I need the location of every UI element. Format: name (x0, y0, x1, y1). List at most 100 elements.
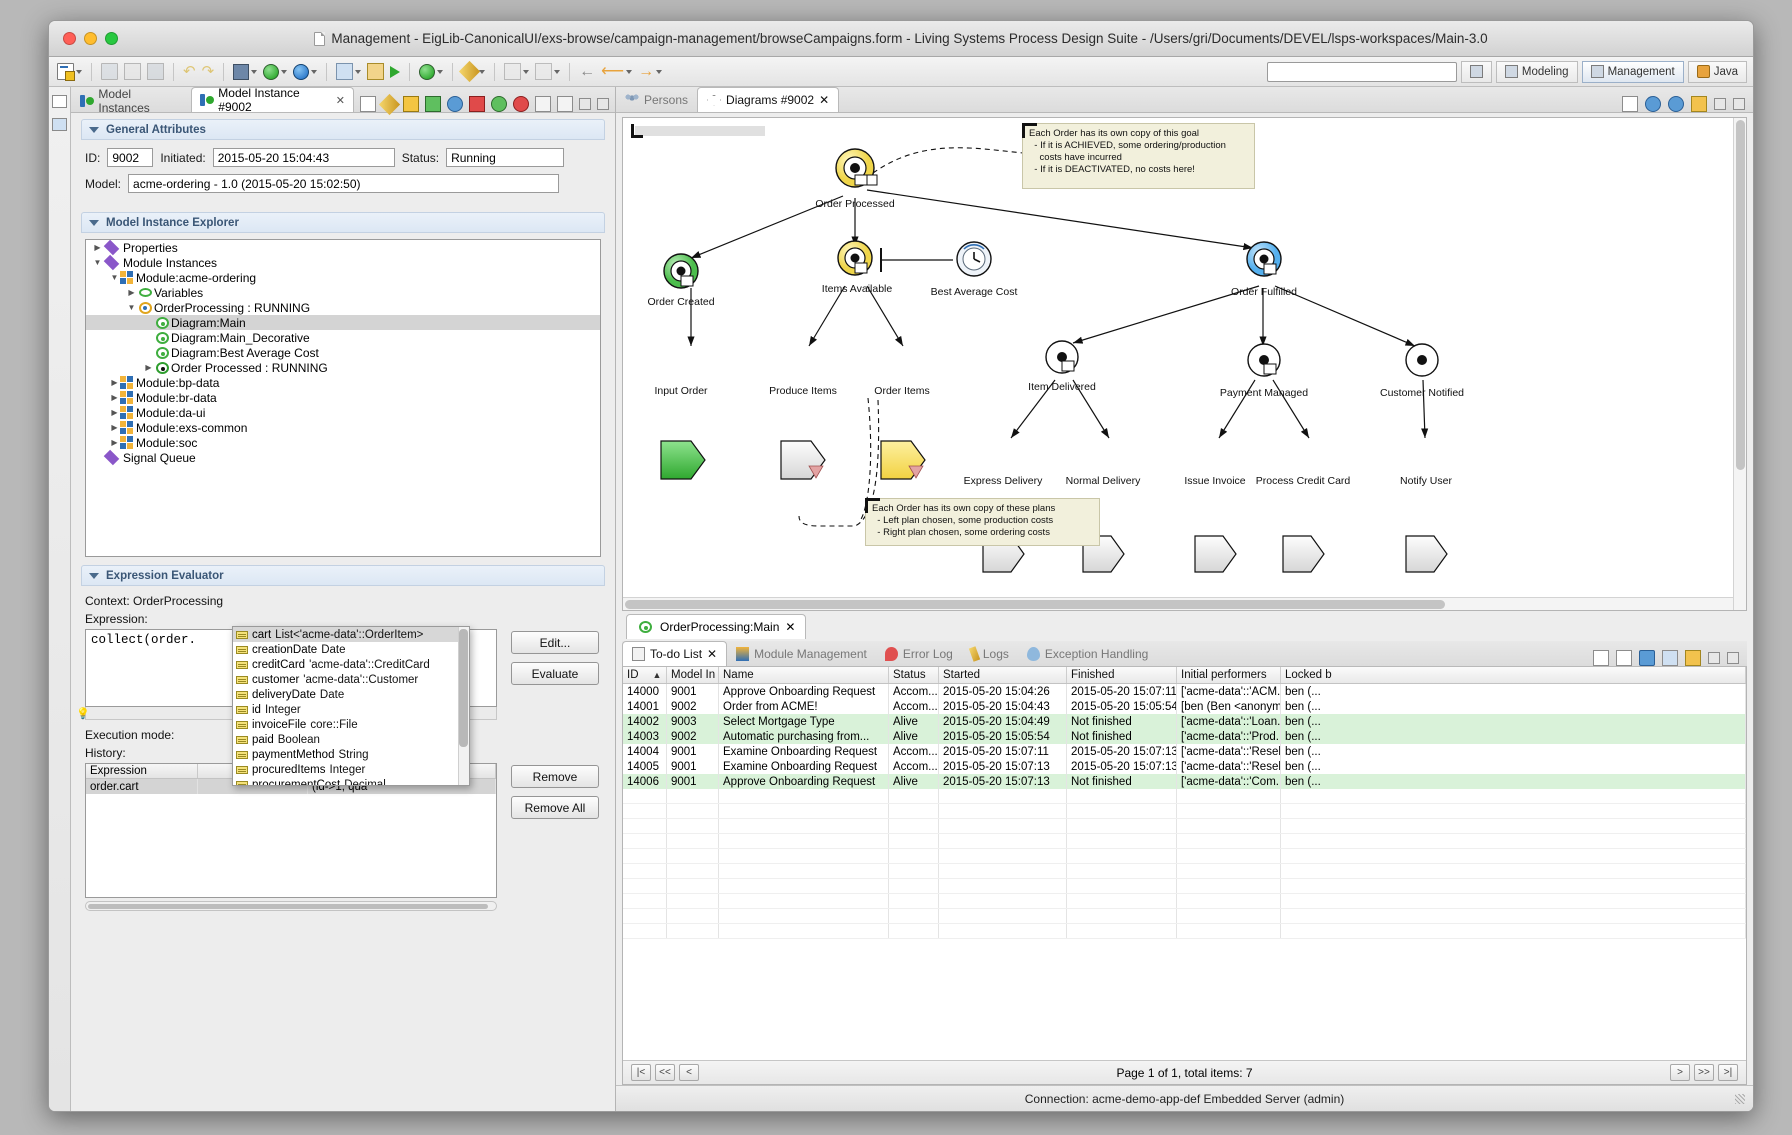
column-header-model-in[interactable]: Model In (667, 667, 719, 683)
tree-twisty-icon[interactable] (109, 423, 120, 432)
new-button[interactable] (55, 63, 84, 80)
maximize-window-button[interactable] (105, 32, 118, 45)
tree-twisty-icon[interactable] (126, 288, 137, 297)
autocomplete-item[interactable]: deliveryDateDate (233, 687, 469, 702)
status-value[interactable]: Running (446, 148, 564, 167)
deploy-button[interactable] (231, 64, 259, 80)
autocomplete-item[interactable]: creationDateDate (233, 642, 469, 657)
pager-left-group[interactable]: |< << < (631, 1064, 699, 1081)
table-row[interactable]: 140069001Approve Onboarding RequestAlive… (623, 774, 1746, 789)
tree-node[interactable]: Diagram:Main (86, 315, 600, 330)
collapse-twisty-icon[interactable] (89, 127, 99, 133)
table-row[interactable]: 140019002Order from ACME!Accom...2015-05… (623, 699, 1746, 714)
start-icon[interactable] (491, 96, 507, 112)
minimize-view-icon[interactable] (1714, 98, 1726, 110)
chevron-down-icon[interactable] (656, 70, 662, 74)
tab-error-log[interactable]: Error Log (876, 642, 962, 666)
chevron-down-icon[interactable] (626, 70, 632, 74)
table-row[interactable]: 140009001Approve Onboarding RequestAccom… (623, 684, 1746, 699)
tree-twisty-icon[interactable] (126, 303, 137, 312)
tree-node[interactable]: Module:da-ui (86, 405, 600, 420)
pager-prev-page-button[interactable]: << (655, 1064, 675, 1081)
filter-button[interactable] (533, 63, 562, 80)
chevron-down-icon[interactable] (251, 70, 257, 74)
cancel-icon[interactable] (513, 96, 529, 112)
bottom-view-toolbar[interactable] (1585, 650, 1747, 666)
close-icon[interactable]: ✕ (336, 94, 345, 107)
close-window-button[interactable] (63, 32, 76, 45)
left-view-tabs[interactable]: Model Instances Model Instance #9002 ✕ (71, 87, 615, 113)
autocomplete-item[interactable]: cartList<'acme-data'::OrderItem> (233, 627, 469, 642)
new-todo-icon[interactable] (1593, 650, 1609, 666)
chevron-down-icon[interactable] (523, 70, 529, 74)
bottom-view-tabs[interactable]: To-do List ✕ Module Management Error Log… (622, 641, 1747, 667)
tab-todo-list[interactable]: To-do List ✕ (622, 641, 727, 666)
tree-twisty-icon[interactable] (92, 243, 103, 252)
column-header-locked-b[interactable]: Locked b (1281, 667, 1746, 683)
column-header-started[interactable]: Started (939, 667, 1067, 683)
autocomplete-scrollbar[interactable] (458, 627, 469, 785)
print-icon[interactable] (1622, 96, 1638, 112)
minimize-window-button[interactable] (84, 32, 97, 45)
autocomplete-item[interactable]: invoiceFilecore::File (233, 717, 469, 732)
tree-node[interactable]: Module:bp-data (86, 375, 600, 390)
column-header-id[interactable]: ID▲ (623, 667, 667, 683)
pencil-icon[interactable] (379, 93, 400, 114)
close-icon[interactable]: ✕ (819, 93, 829, 107)
tree-node[interactable]: Diagram:Main_Decorative (86, 330, 600, 345)
diagram-horizontal-thumb[interactable] (625, 600, 1445, 609)
remove-button[interactable]: Remove (511, 765, 599, 788)
link-icon[interactable] (557, 96, 573, 112)
model-instance-tree[interactable]: PropertiesModule InstancesModule:acme-or… (85, 239, 601, 557)
tree-twisty-icon[interactable] (109, 378, 120, 387)
chevron-down-icon[interactable] (554, 70, 560, 74)
editor-tabs[interactable]: Persons Diagrams #9002 ✕ (616, 87, 1753, 113)
back-history-button[interactable]: ⟵ (599, 63, 634, 80)
maximize-view-icon[interactable] (1727, 652, 1739, 664)
tab-diagrams-9002[interactable]: Diagrams #9002 ✕ (697, 87, 839, 112)
run-button[interactable] (261, 64, 289, 80)
tree-node[interactable]: Module:br-data (86, 390, 600, 405)
chevron-down-icon[interactable] (355, 70, 361, 74)
save-all-button[interactable] (122, 63, 143, 80)
suspend-icon[interactable] (403, 96, 419, 112)
column-header-initial-performers[interactable]: Initial performers (1177, 667, 1281, 683)
column-header-status[interactable]: Status (889, 667, 939, 683)
pager-next-button[interactable]: > (1670, 1064, 1690, 1081)
tab-exception-handling[interactable]: Exception Handling (1018, 642, 1157, 666)
history-col-expression[interactable]: Expression (86, 764, 198, 778)
model-instances-fastview-icon[interactable] (52, 118, 67, 131)
autocomplete-item[interactable]: customer'acme-data'::Customer (233, 672, 469, 687)
table-row[interactable]: 140059001Examine Onboarding RequestAccom… (623, 759, 1746, 774)
main-toolbar[interactable]: ↶ ↷ ← ⟵ → Modeling Management Java (49, 57, 1753, 87)
id-value[interactable]: 9002 (107, 148, 153, 167)
model-value[interactable]: acme-ordering - 1.0 (2015-05-20 15:02:50… (128, 174, 559, 193)
save-todo-icon[interactable] (1639, 650, 1655, 666)
link-icon[interactable] (1691, 96, 1707, 112)
link-icon[interactable] (1685, 650, 1701, 666)
export-icon[interactable] (535, 96, 551, 112)
tree-twisty-icon[interactable] (109, 273, 120, 282)
chevron-down-icon[interactable] (281, 70, 287, 74)
terminate-button[interactable] (417, 64, 445, 80)
pager-first-button[interactable]: |< (631, 1064, 651, 1081)
back-button[interactable]: ← (577, 63, 597, 80)
table-row[interactable]: 140039002Automatic purchasing from...Ali… (623, 729, 1746, 744)
close-icon[interactable]: ✕ (707, 647, 717, 661)
tree-node[interactable]: Signal Queue (86, 450, 600, 465)
chevron-down-icon[interactable] (311, 70, 317, 74)
tree-twisty-icon[interactable] (109, 438, 120, 447)
collapse-twisty-icon[interactable] (89, 573, 99, 579)
edit-todo-icon[interactable] (1616, 650, 1632, 666)
autocomplete-item[interactable]: procurementCostDecimal (233, 777, 469, 786)
column-header-name[interactable]: Name (719, 667, 889, 683)
general-attributes-header[interactable]: General Attributes (81, 119, 605, 140)
table-row[interactable]: 140029003Select Mortgage TypeAlive2015-0… (623, 714, 1746, 729)
autocomplete-item[interactable]: paidBoolean (233, 732, 469, 747)
autocomplete-item[interactable]: creditCard'acme-data'::CreditCard (233, 657, 469, 672)
upload-button[interactable] (291, 64, 319, 80)
perspective-modeling[interactable]: Modeling (1496, 61, 1578, 83)
chart-button[interactable] (502, 63, 531, 80)
perspective-management[interactable]: Management (1582, 61, 1684, 83)
tree-node[interactable]: Module:acme-ordering (86, 270, 600, 285)
